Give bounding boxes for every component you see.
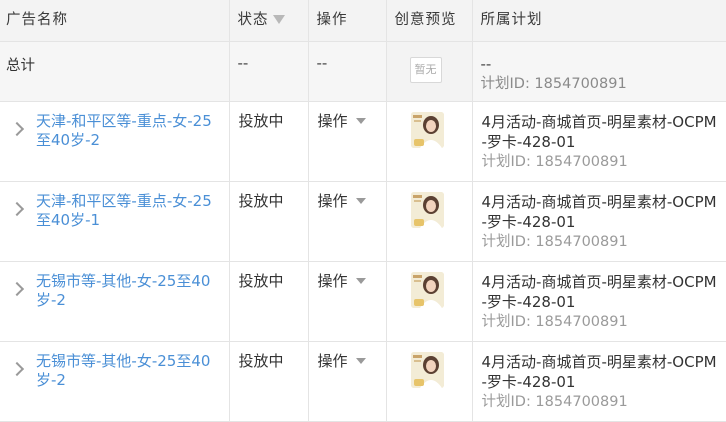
column-header-action-label: 操作 [317,12,348,28]
chevron-right-icon[interactable] [10,121,24,135]
action-dropdown-label: 操作 [318,192,348,211]
column-header-name-label: 广告名称 [6,12,68,28]
status-text: 投放中 [239,272,284,290]
total-label: 总计 [6,58,35,74]
creative-thumbnail[interactable] [411,192,444,228]
status-text: 投放中 [239,192,284,210]
action-cell: 操作 [308,181,386,261]
action-dropdown[interactable]: 操作 [318,192,366,211]
status-cell: 投放中 [229,261,308,341]
total-plan-name: -- [481,54,726,74]
plan-name: 4月活动-商城首页-明星素材-OCPM-罗卡-428-01 [482,112,720,152]
caret-down-icon [356,358,366,364]
plan-cell: 4月活动-商城首页-明星素材-OCPM-罗卡-428-01 计划ID: 1854… [472,181,726,261]
action-dropdown-label: 操作 [318,272,348,291]
column-header-name: 广告名称 [0,0,229,41]
total-plan-id: 计划ID: 1854700891 [481,74,726,94]
caret-down-icon [356,278,366,284]
plan-name: 4月活动-商城首页-明星素材-OCPM-罗卡-428-01 [482,192,720,232]
status-cell: 投放中 [229,181,308,261]
creative-thumbnail-image [411,272,444,308]
status-cell: 投放中 [229,101,308,181]
action-cell: 操作 [308,101,386,181]
column-header-preview-label: 创意预览 [395,12,457,28]
column-header-plan: 所属计划 [472,0,726,41]
column-header-status: 状态 [229,0,308,41]
creative-thumbnail-image [411,112,444,148]
total-status: -- [238,54,249,72]
creative-thumbnail-image [411,192,444,228]
ad-name-link[interactable]: 无锡市等-其他-女-25至40岁-2 [36,272,221,310]
table-row: 天津-和平区等-重点-女-25至40岁-1 投放中 操作 [0,181,726,261]
creative-thumbnail-image [411,352,444,388]
preview-cell [386,181,472,261]
plan-id: 计划ID: 1854700891 [482,232,726,252]
ad-name-cell: 天津-和平区等-重点-女-25至40岁-2 [0,101,229,181]
action-dropdown[interactable]: 操作 [318,272,366,291]
plan-cell: 4月活动-商城首页-明星素材-OCPM-罗卡-428-01 计划ID: 1854… [472,341,726,421]
ad-name-link[interactable]: 无锡市等-其他-女-25至40岁-2 [36,352,221,390]
total-preview-cell: 暂无 [386,41,472,101]
creative-thumbnail[interactable] [411,272,444,308]
plan-id: 计划ID: 1854700891 [482,312,726,332]
plan-name: 4月活动-商城首页-明星素材-OCPM-罗卡-428-01 [482,272,720,312]
action-dropdown[interactable]: 操作 [318,112,366,131]
plan-name: 4月活动-商城首页-明星素材-OCPM-罗卡-428-01 [482,352,720,392]
plan-cell: 4月活动-商城首页-明星素材-OCPM-罗卡-428-01 计划ID: 1854… [472,261,726,341]
preview-cell [386,101,472,181]
plan-id: 计划ID: 1854700891 [482,152,726,172]
creative-thumbnail[interactable] [411,112,444,148]
filter-icon[interactable] [273,15,285,24]
total-status-cell: -- [229,41,308,101]
action-dropdown[interactable]: 操作 [318,352,366,371]
preview-cell [386,341,472,421]
total-plan-cell: -- 计划ID: 1854700891 [472,41,726,101]
caret-down-icon [356,198,366,204]
status-text: 投放中 [239,352,284,370]
action-cell: 操作 [308,341,386,421]
total-action: -- [317,54,328,72]
chevron-right-icon[interactable] [10,361,24,375]
table-row: 无锡市等-其他-女-25至40岁-2 投放中 操作 [0,341,726,421]
column-header-preview: 创意预览 [386,0,472,41]
preview-cell [386,261,472,341]
table-row: 无锡市等-其他-女-25至40岁-2 投放中 操作 [0,261,726,341]
action-cell: 操作 [308,261,386,341]
ad-table: 广告名称 状态 操作 创意预览 所属计划 总计 -- -- 暂无 -- 计划ID… [0,0,726,422]
ad-name-cell: 无锡市等-其他-女-25至40岁-2 [0,261,229,341]
chevron-right-icon[interactable] [10,281,24,295]
ad-name-cell: 天津-和平区等-重点-女-25至40岁-1 [0,181,229,261]
status-text: 投放中 [239,112,284,130]
total-action-cell: -- [308,41,386,101]
ad-name-cell: 无锡市等-其他-女-25至40岁-2 [0,341,229,421]
table-row: 天津-和平区等-重点-女-25至40岁-2 投放中 操作 [0,101,726,181]
total-row: 总计 -- -- 暂无 -- 计划ID: 1854700891 [0,41,726,101]
caret-down-icon [356,118,366,124]
ad-name-link[interactable]: 天津-和平区等-重点-女-25至40岁-1 [36,192,221,230]
action-dropdown-label: 操作 [318,352,348,371]
plan-id: 计划ID: 1854700891 [482,392,726,412]
column-header-status-label: 状态 [238,12,269,28]
column-header-action: 操作 [308,0,386,41]
chevron-right-icon[interactable] [10,201,24,215]
no-preview-badge: 暂无 [410,57,442,83]
creative-thumbnail[interactable] [411,352,444,388]
plan-cell: 4月活动-商城首页-明星素材-OCPM-罗卡-428-01 计划ID: 1854… [472,101,726,181]
column-header-plan-label: 所属计划 [481,12,543,28]
total-label-cell: 总计 [0,41,229,101]
ad-name-link[interactable]: 天津-和平区等-重点-女-25至40岁-2 [36,112,221,150]
status-cell: 投放中 [229,341,308,421]
table-header-row: 广告名称 状态 操作 创意预览 所属计划 [0,0,726,41]
action-dropdown-label: 操作 [318,112,348,131]
